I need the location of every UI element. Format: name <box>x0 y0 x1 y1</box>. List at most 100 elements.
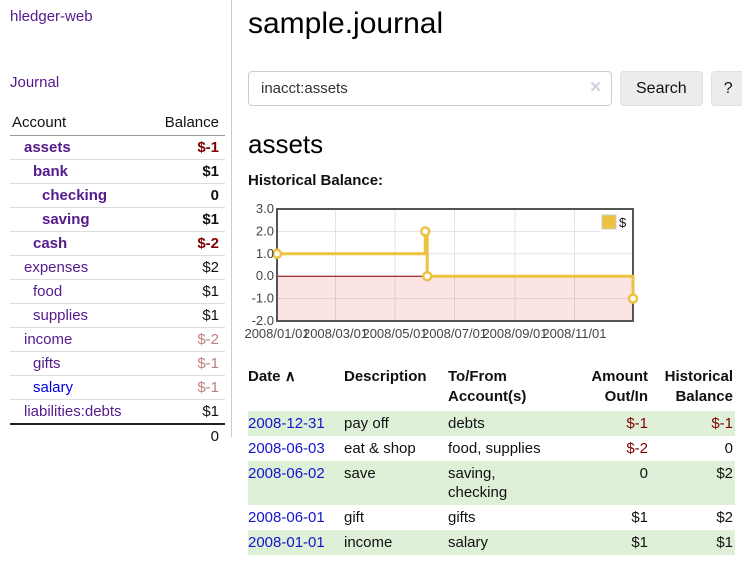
account-link-cash[interactable]: cash <box>12 235 67 252</box>
main-content: sample.journal ✕ Search ? assets Histori… <box>232 0 742 555</box>
register-row: 2008-01-01incomesalary$1$1 <box>248 530 735 555</box>
search-input-wrap: ✕ <box>248 71 612 106</box>
account-row: income $-2 <box>10 328 225 352</box>
account-balance: $-1 <box>149 136 225 160</box>
register-balance-cell: $2 <box>650 461 735 505</box>
x-axis-label: 2008/03/01 <box>303 326 368 341</box>
brand-link[interactable]: hledger-web <box>10 8 93 25</box>
y-axis-label: 1.0 <box>256 246 274 261</box>
y-axis-label: 0.0 <box>256 268 274 283</box>
register-date-cell: 2008-12-31 <box>248 411 344 436</box>
search-input[interactable] <box>248 71 612 106</box>
register-header-amount: Amount Out/In <box>564 365 650 411</box>
journal-link[interactable]: Journal <box>10 74 59 91</box>
legend-label: $ <box>619 215 627 230</box>
accounts-header-account: Account <box>10 112 149 136</box>
chart-title: Historical Balance: <box>248 172 742 189</box>
register-accounts-cell: food, supplies <box>448 436 564 461</box>
page-title: sample.journal <box>248 6 742 42</box>
register-date-cell: 2008-01-01 <box>248 530 344 555</box>
register-accounts-cell: salary <box>448 530 564 555</box>
account-link-assets[interactable]: assets <box>12 139 71 156</box>
brand: hledger-web <box>10 8 225 25</box>
negative-region <box>277 276 633 321</box>
account-row: saving$1 <box>10 208 225 232</box>
transaction-date-link[interactable]: 2008-12-31 <box>248 415 325 432</box>
register-row: 2008-06-01giftgifts$1$2 <box>248 505 735 530</box>
transaction-date-link[interactable]: 2008-01-01 <box>248 534 325 551</box>
chart-svg: $3.02.01.00.0-1.0-2.02008/01/012008/03/0… <box>248 202 648 344</box>
account-cell: supplies <box>10 304 149 328</box>
clear-search-icon[interactable]: ✕ <box>589 79 602 97</box>
register-description-cell: pay off <box>344 411 448 436</box>
accounts-total-row: 0 <box>10 424 225 448</box>
account-row: cash $-2 <box>10 232 225 256</box>
sidebar: hledger-web Journal Account Balance asse… <box>0 0 232 437</box>
account-link-food[interactable]: food <box>12 283 62 300</box>
account-balance: $1 <box>149 280 225 304</box>
account-link-bank[interactable]: bank <box>12 163 68 180</box>
y-axis-label: 2.0 <box>256 223 274 238</box>
account-row: gifts $-1 <box>10 352 225 376</box>
register-amount-cell: $1 <box>564 530 650 555</box>
account-link-expenses[interactable]: expenses <box>12 259 88 276</box>
account-balance: $-1 <box>149 352 225 376</box>
help-button[interactable]: ? <box>711 71 742 106</box>
search-form: ✕ Search ? <box>248 71 742 106</box>
account-heading: assets <box>248 129 742 159</box>
register-balance-cell: 0 <box>650 436 735 461</box>
account-link-liabilities-debts[interactable]: liabilities:debts <box>12 403 122 420</box>
register-table: Date ∧ Description To/From Account(s) Am… <box>248 365 735 555</box>
account-balance: $-2 <box>149 328 225 352</box>
register-amount-cell: $-1 <box>564 411 650 436</box>
account-link-saving[interactable]: saving <box>12 211 90 228</box>
transaction-date-link[interactable]: 2008-06-03 <box>248 440 325 457</box>
register-date-cell: 2008-06-02 <box>248 461 344 505</box>
journal-nav: Journal <box>10 74 225 91</box>
accounts-header-row: Account Balance <box>10 112 225 136</box>
app-layout: hledger-web Journal Account Balance asse… <box>0 0 742 555</box>
register-balance-cell: $1 <box>650 530 735 555</box>
register-description-cell: save <box>344 461 448 505</box>
account-link-income[interactable]: income <box>12 331 72 348</box>
account-balance: $-1 <box>149 376 225 400</box>
accounts-table: Account Balance assets$-1bank$1checking0… <box>10 112 225 448</box>
register-row: 2008-12-31pay offdebts$-1$-1 <box>248 411 735 436</box>
register-balance-cell: $-1 <box>650 411 735 436</box>
register-date-cell: 2008-06-03 <box>248 436 344 461</box>
y-axis-label: -1.0 <box>252 291 274 306</box>
account-cell: liabilities:debts <box>10 400 149 425</box>
transaction-date-link[interactable]: 2008-06-02 <box>248 465 325 482</box>
account-link-gifts[interactable]: gifts <box>12 355 61 372</box>
date-sort-link[interactable]: Date ∧ <box>248 368 296 385</box>
register-description-cell: eat & shop <box>344 436 448 461</box>
register-accounts-cell: gifts <box>448 505 564 530</box>
account-cell: food <box>10 280 149 304</box>
account-row: liabilities:debts$1 <box>10 400 225 425</box>
register-date-cell: 2008-06-01 <box>248 505 344 530</box>
register-row: 2008-06-03eat & shopfood, supplies$-20 <box>248 436 735 461</box>
account-row: assets $-1 <box>10 136 225 160</box>
search-button[interactable]: Search <box>620 71 703 106</box>
sort-ascending-icon: ∧ <box>285 368 296 385</box>
account-cell: salary <box>10 376 149 400</box>
register-description-cell: gift <box>344 505 448 530</box>
accounts-total-spacer <box>10 424 149 448</box>
register-header-balance: Historical Balance <box>650 365 735 411</box>
transaction-date-link[interactable]: 2008-06-01 <box>248 509 325 526</box>
account-link-salary[interactable]: salary <box>12 379 73 396</box>
account-link-checking[interactable]: checking <box>12 187 107 204</box>
account-balance: $-2 <box>149 232 225 256</box>
account-row: bank$1 <box>10 160 225 184</box>
accounts-header-balance: Balance <box>149 112 225 136</box>
chart-legend: $ <box>599 212 632 232</box>
account-row: expenses $2 <box>10 256 225 280</box>
register-header-date: Date ∧ <box>248 365 344 411</box>
account-cell: assets <box>10 136 149 160</box>
register-balance-cell: $2 <box>650 505 735 530</box>
accounts-total-value: 0 <box>149 424 225 448</box>
account-link-supplies[interactable]: supplies <box>12 307 88 324</box>
account-balance: $2 <box>149 256 225 280</box>
historical-balance-chart: $3.02.01.00.0-1.0-2.02008/01/012008/03/0… <box>248 202 648 344</box>
data-point-marker <box>273 250 281 258</box>
